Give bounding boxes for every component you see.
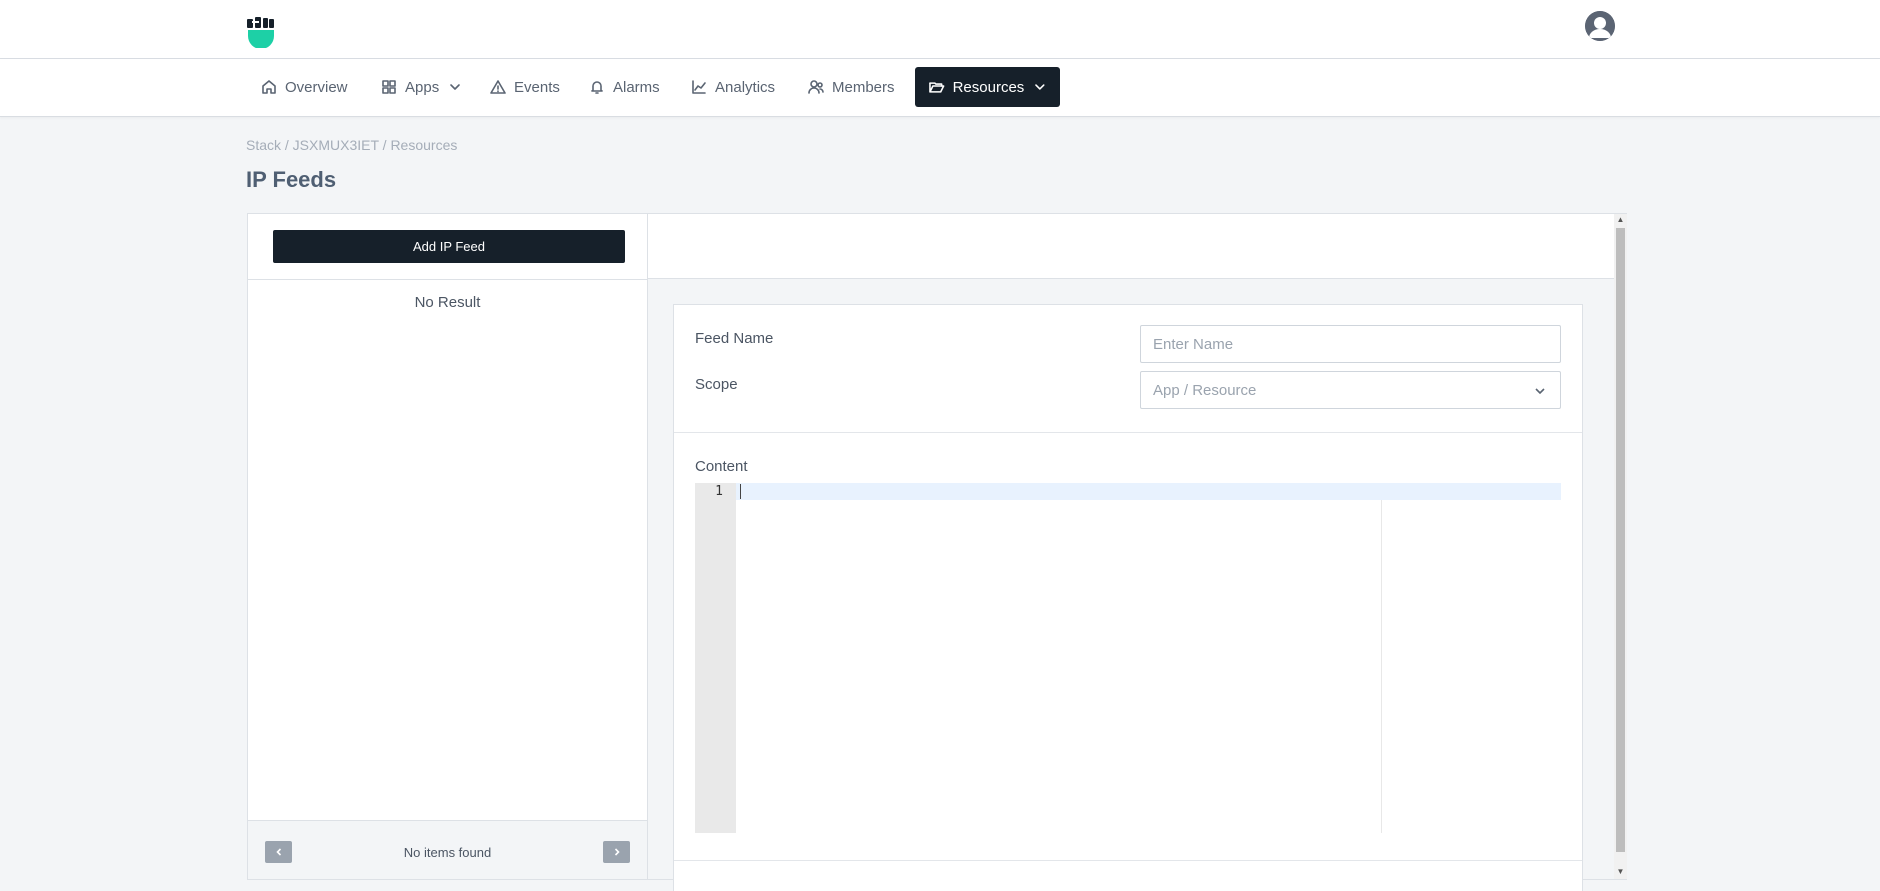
nav-item-members[interactable]: Members — [794, 67, 909, 107]
form-divider — [674, 432, 1582, 433]
scope-label: Scope — [695, 376, 738, 393]
top-bar — [0, 0, 1880, 59]
feed-list-header: Add IP Feed — [248, 214, 647, 280]
editor-gutter: 1 — [695, 483, 736, 833]
nav-item-apps[interactable]: Apps — [367, 67, 475, 107]
nav-item-alarms[interactable]: Alarms — [575, 67, 674, 107]
nav-item-label: Resources — [952, 78, 1025, 96]
pagination: No items found — [248, 820, 647, 879]
detail-body: Feed Name Enter Name Scope App / Resourc… — [648, 279, 1614, 891]
feed-list-column: Add IP Feed No Result No items found — [248, 214, 648, 879]
scope-select[interactable]: App / Resource — [1140, 371, 1561, 409]
grid-icon — [382, 80, 396, 94]
vertical-scrollbar[interactable]: ▲ ▼ — [1614, 214, 1627, 879]
app-logo-icon[interactable] — [246, 16, 276, 49]
scope-select-value: App / Resource — [1153, 381, 1257, 399]
text-cursor — [740, 484, 741, 499]
nav-item-label: Analytics — [715, 78, 776, 96]
nav-item-label: Overview — [285, 78, 348, 96]
ip-feed-form: Feed Name Enter Name Scope App / Resourc… — [673, 304, 1583, 891]
feed-name-label: Feed Name — [695, 330, 774, 347]
pagination-status: No items found — [403, 845, 492, 860]
active-line-highlight — [736, 483, 1561, 500]
scroll-down-arrow-icon[interactable]: ▼ — [1616, 867, 1625, 877]
form-divider — [674, 860, 1582, 861]
empty-list-message: No Result — [414, 294, 481, 311]
chevron-right-icon — [614, 848, 620, 856]
nav-item-events[interactable]: Events — [476, 67, 574, 107]
next-page-button[interactable] — [603, 841, 630, 863]
nav-item-resources[interactable]: Resources — [915, 67, 1060, 107]
home-icon — [262, 80, 276, 94]
chevron-down-icon — [1035, 84, 1045, 90]
folder-open-icon — [929, 82, 945, 93]
user-avatar-icon[interactable] — [1585, 11, 1615, 41]
nav-item-label: Alarms — [613, 78, 660, 96]
breadcrumb[interactable]: Stack / JSXMUX3IET / Resources — [246, 137, 457, 153]
warning-triangle-icon — [490, 80, 506, 94]
nav-item-label: Members — [832, 78, 895, 96]
line-number: 1 — [715, 484, 723, 499]
chevron-down-icon — [450, 84, 461, 90]
line-chart-icon — [692, 80, 706, 94]
print-margin — [1381, 500, 1382, 833]
nav-item-analytics[interactable]: Analytics — [677, 67, 789, 107]
content-code-editor[interactable]: 1 — [695, 483, 1561, 833]
ip-feeds-panel: Add IP Feed No Result No items found Fee… — [247, 213, 1627, 891]
nav-item-label: Events — [514, 78, 560, 96]
bell-icon — [591, 81, 603, 94]
detail-header — [648, 214, 1614, 279]
users-icon — [808, 80, 824, 94]
scrollbar-thumb[interactable] — [1616, 228, 1625, 852]
feed-name-input[interactable]: Enter Name — [1140, 325, 1561, 363]
add-ip-feed-button[interactable]: Add IP Feed — [273, 230, 625, 263]
scroll-up-arrow-icon[interactable]: ▲ — [1616, 215, 1625, 225]
page-title: IP Feeds — [246, 167, 337, 192]
nav-item-overview[interactable]: Overview — [247, 67, 362, 107]
content-label: Content — [695, 458, 748, 475]
nav-item-label: Apps — [405, 78, 440, 96]
chevron-down-icon — [1535, 388, 1545, 395]
main-nav: Overview Apps Events Alarms Analytics Me… — [0, 59, 1880, 117]
